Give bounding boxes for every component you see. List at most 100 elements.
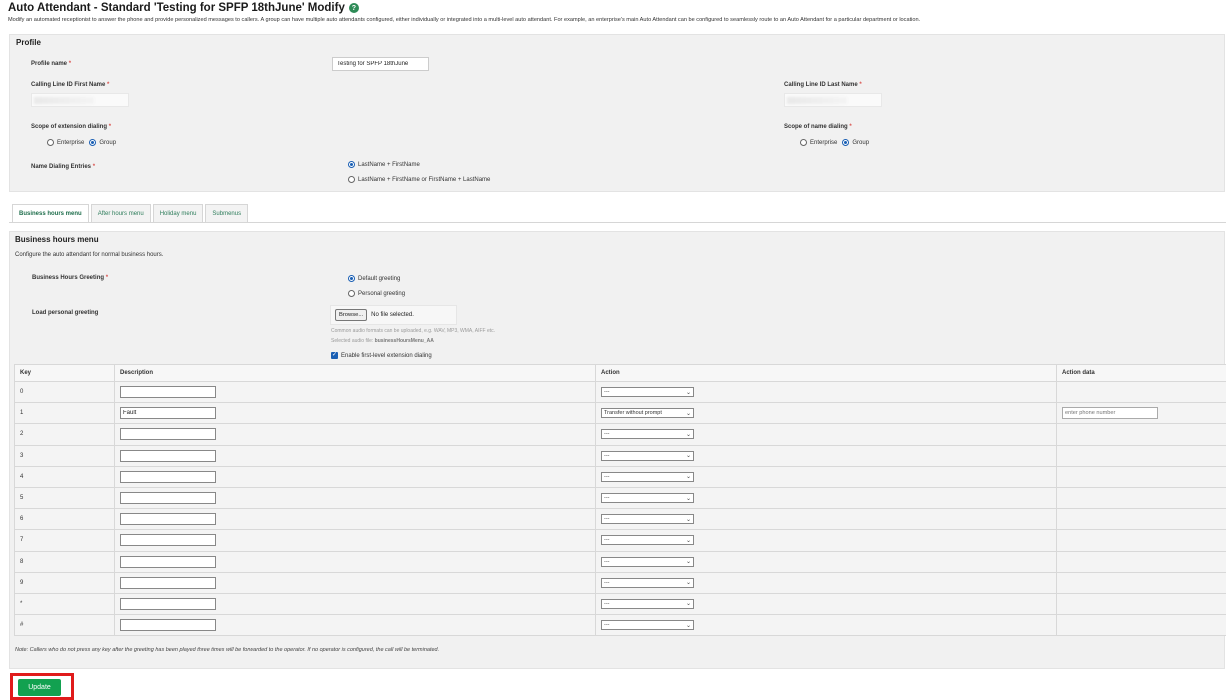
question-circle-icon[interactable]: ? [348, 3, 359, 13]
chevron-down-icon: ⌄ [685, 495, 691, 502]
action-data-cell [1056, 402, 1226, 425]
tab-business-hours[interactable]: Business hours menu [12, 204, 89, 223]
description-input[interactable] [120, 513, 216, 526]
tab-holiday[interactable]: Holiday menu [152, 204, 204, 223]
page-title: Auto Attendant - Standard 'Testing for S… [8, 2, 359, 14]
name-dialing-entries-label: Name Dialing Entries * [31, 164, 96, 170]
tab-submenus[interactable]: Submenus [205, 204, 249, 223]
table-row: 3 --- ⌄ [14, 444, 1226, 467]
action-data-cell [1056, 423, 1226, 446]
description-input[interactable] [120, 619, 216, 632]
menu-tabs: Business hours menu After hours menu Hol… [12, 204, 249, 223]
description-input[interactable] [120, 470, 216, 483]
chevron-down-icon: ⌄ [685, 453, 691, 460]
greeting-personal-label: Personal greeting [358, 290, 406, 297]
clid-first-name-input[interactable] [31, 93, 129, 107]
load-personal-greeting-label: Load personal greeting [32, 310, 99, 316]
scope-name-enterprise-radio[interactable] [800, 139, 807, 146]
action-select[interactable]: --- ⌄ [601, 493, 694, 504]
browse-button[interactable]: Browse... [335, 309, 368, 321]
description-input[interactable] [120, 428, 216, 441]
greeting-default-radio[interactable] [348, 275, 355, 282]
description-input[interactable] [120, 576, 216, 589]
scope-ext-group-radio[interactable] [89, 139, 97, 146]
action-cell: --- ⌄ [595, 444, 1057, 467]
scope-name-group-radio[interactable] [842, 139, 850, 146]
key-actions-table: Key Description Action Action data 0 ---… [14, 364, 1226, 637]
description-input[interactable] [120, 534, 216, 547]
description-input[interactable] [120, 449, 216, 462]
chevron-down-icon: ⌄ [685, 580, 691, 587]
profile-name-label: Profile name * [31, 61, 72, 67]
table-row: 7 --- ⌄ [14, 529, 1226, 552]
description-cell [114, 486, 596, 510]
col-header-action: Action [595, 364, 1057, 382]
description-input[interactable] [120, 386, 216, 399]
chevron-down-icon: ⌄ [685, 474, 691, 481]
action-cell: --- ⌄ [595, 592, 1057, 616]
scope-ext-enterprise-label: Enterprise [57, 139, 85, 146]
profile-heading: Profile [16, 38, 41, 47]
description-cell [114, 571, 596, 594]
action-data-cell [1056, 529, 1226, 552]
name-dialing-option-1: LastName + FirstName [348, 161, 420, 168]
key-cell: 3 [14, 444, 115, 467]
action-select[interactable]: --- ⌄ [601, 577, 694, 588]
action-cell: Transfer without prompt ⌄ [595, 402, 1057, 425]
name-dialing-option-2: LastName + FirstName or FirstName + Last… [348, 176, 490, 183]
table-header-row: Key Description Action Action data [14, 364, 1226, 382]
scope-extension-dialing-label: Scope of extension dialing * [31, 124, 112, 130]
action-select[interactable]: --- ⌄ [601, 556, 694, 567]
greeting-personal-radio[interactable] [348, 290, 355, 297]
description-input[interactable] [120, 492, 216, 505]
action-data-cell [1056, 571, 1226, 594]
description-input[interactable] [120, 555, 216, 568]
description-cell [114, 465, 596, 488]
action-select[interactable]: --- ⌄ [601, 450, 694, 461]
description-input[interactable] [120, 407, 216, 420]
update-button[interactable]: Update [18, 679, 61, 696]
scope-ext-enterprise-radio[interactable] [47, 139, 54, 146]
key-cell: 9 [14, 571, 115, 594]
description-cell [114, 592, 596, 616]
profile-name-input[interactable] [332, 57, 429, 71]
chevron-down-icon: ⌄ [685, 622, 691, 629]
description-cell [114, 550, 596, 573]
clid-last-name-label: Calling Line ID Last Name * [784, 82, 862, 88]
name-dialing-opt1-radio[interactable] [348, 161, 355, 168]
action-cell: --- ⌄ [595, 571, 1057, 594]
col-header-description: Description [114, 364, 596, 382]
action-select[interactable]: --- ⌄ [601, 620, 694, 631]
key-cell: 8 [14, 550, 115, 573]
action-select[interactable]: --- ⌄ [601, 514, 694, 525]
clid-last-name-input[interactable] [784, 93, 882, 107]
key-cell: 2 [14, 423, 115, 446]
chevron-down-icon: ⌄ [685, 601, 691, 608]
operator-note: Note: Callers who do not press any key a… [15, 647, 440, 653]
action-cell: --- ⌄ [595, 486, 1057, 510]
col-header-key: Key [14, 364, 115, 382]
action-select[interactable]: --- ⌄ [601, 471, 694, 482]
action-data-cell [1056, 508, 1226, 531]
name-dialing-opt2-radio[interactable] [348, 176, 355, 183]
action-select[interactable]: --- ⌄ [601, 535, 694, 546]
scope-extension-options: Enterprise Group [47, 139, 116, 146]
page-description: Modify an automated receptionist to answ… [8, 17, 921, 23]
phone-number-input[interactable] [1062, 407, 1158, 420]
description-input[interactable] [120, 597, 216, 610]
tab-after-hours[interactable]: After hours menu [90, 204, 151, 223]
action-select[interactable]: --- ⌄ [601, 429, 694, 440]
name-dialing-opt1-label: LastName + FirstName [358, 161, 420, 168]
audio-formats-hint: Common audio formats can be uploaded, e.… [331, 328, 496, 334]
action-cell: --- ⌄ [595, 380, 1057, 404]
table-row: * --- ⌄ [14, 592, 1226, 616]
action-select[interactable]: --- ⌄ [601, 598, 694, 609]
chevron-down-icon: ⌄ [685, 389, 691, 396]
action-select[interactable]: Transfer without prompt ⌄ [601, 408, 694, 419]
action-cell: --- ⌄ [595, 529, 1057, 552]
chevron-down-icon: ⌄ [685, 431, 691, 438]
extension-dialing-checkbox[interactable]: ✓ [331, 352, 338, 359]
tab-divider [9, 222, 1226, 223]
action-select[interactable]: --- ⌄ [601, 387, 694, 398]
chevron-down-icon: ⌄ [685, 516, 691, 523]
